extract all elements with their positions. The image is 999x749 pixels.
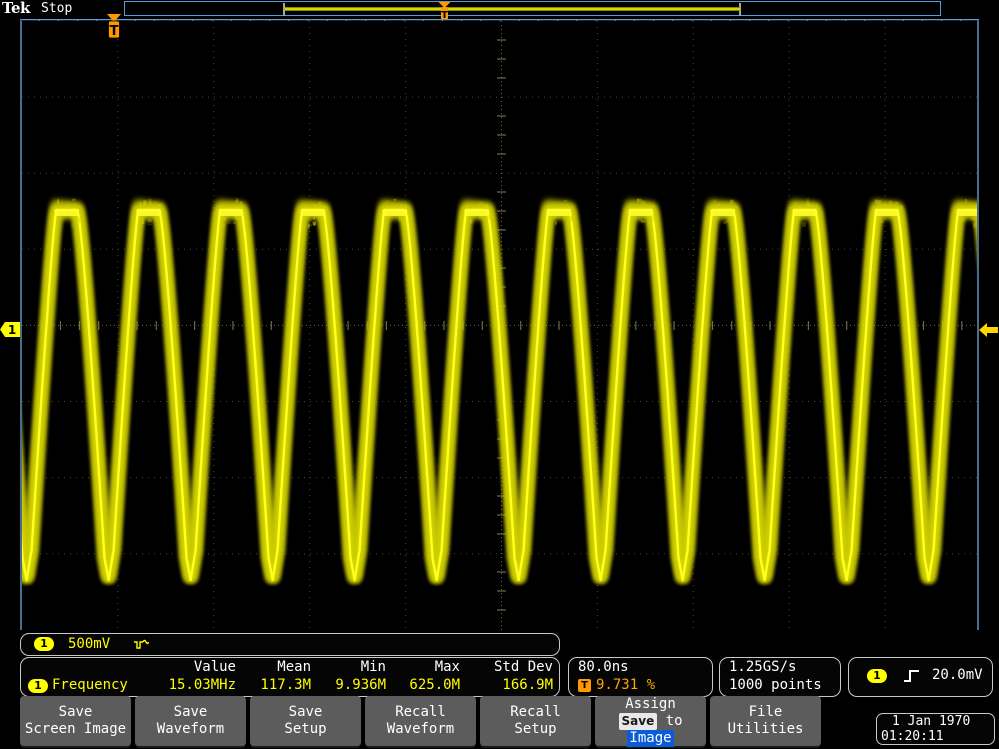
channel1-vertical-readout[interactable]: 1 500mV	[20, 633, 560, 656]
recall-waveform-button[interactable]: Recall Waveform	[365, 696, 476, 746]
recall-setup-line2: Setup	[514, 721, 556, 738]
measurement-col-stddev: Std Dev	[451, 659, 553, 675]
trigger-level-label: 20.0mV	[932, 667, 983, 683]
ac-coupling-icon	[133, 638, 149, 652]
recall-setup-button[interactable]: Recall Setup	[480, 696, 591, 746]
measurement-value: 15.03MHz	[141, 677, 236, 693]
waveform-graticule[interactable]	[20, 21, 979, 630]
graticule-grid-and-trace	[22, 21, 979, 630]
save-screen-image-line2: Screen Image	[25, 721, 126, 738]
waveform-overview-frame[interactable]: T	[124, 1, 941, 16]
file-utilities-button[interactable]: File Utilities	[710, 696, 821, 746]
acquisition-readout[interactable]: 1.25GS/s 1000 points	[719, 657, 841, 697]
top-status-bar: Tek Stop T	[0, 0, 999, 18]
bottom-menu-bar: Save Screen Image Save Waveform Save Set…	[0, 696, 999, 749]
assign-save-chip: Save	[619, 713, 658, 730]
assign-save-row: Save to	[619, 713, 683, 730]
measurement-col-max: Max	[384, 659, 460, 675]
assign-label: Assign	[625, 696, 676, 713]
save-waveform-line2: Waveform	[157, 721, 224, 738]
run-state-label: Stop	[41, 1, 72, 16]
file-utilities-line1: File	[749, 704, 783, 721]
save-setup-button[interactable]: Save Setup	[250, 696, 361, 746]
recall-setup-line1: Recall	[510, 704, 561, 721]
save-setup-line1: Save	[289, 704, 323, 721]
measurement-mean: 117.3M	[234, 677, 311, 693]
oscilloscope-screen: Tek Stop T 1 T 1 500mV 1 Frequency Value…	[0, 0, 999, 749]
tek-logo: Tek	[2, 0, 30, 17]
channel1-scale-label: 500mV	[68, 636, 110, 652]
channel1-ground-ref-marker[interactable]: 1	[0, 320, 20, 339]
save-waveform-button[interactable]: Save Waveform	[135, 696, 246, 746]
svg-text:1: 1	[8, 323, 16, 337]
trigger-readout[interactable]: 1 20.0mV	[848, 657, 993, 697]
save-setup-line2: Setup	[284, 721, 326, 738]
overview-waveform-band	[285, 7, 740, 11]
measurement-col-mean: Mean	[231, 659, 311, 675]
measurement-stddev: 166.9M	[451, 677, 553, 693]
rising-edge-icon	[903, 667, 921, 685]
overview-trigger-marker-icon[interactable]: T	[438, 2, 451, 20]
recall-waveform-line1: Recall	[395, 704, 446, 721]
assign-save-to-button[interactable]: Assign Save to Image	[595, 696, 706, 746]
channel1-badge: 1	[34, 637, 54, 651]
trigger-position-label: 9.731 %	[596, 677, 655, 693]
horizontal-readout[interactable]: 80.0ns T 9.731 %	[568, 657, 713, 697]
time-per-division-label: 80.0ns	[578, 659, 629, 675]
trigger-position-badge: T	[578, 679, 591, 692]
save-screen-image-button[interactable]: Save Screen Image	[20, 696, 131, 746]
file-utilities-line2: Utilities	[728, 721, 804, 738]
assign-to-word: to	[666, 713, 683, 729]
save-screen-image-line1: Save	[59, 704, 93, 721]
channel1-trace	[22, 198, 979, 580]
measurement-name: Frequency	[52, 677, 128, 693]
svg-text:T: T	[110, 24, 119, 39]
trigger-position-marker-icon[interactable]: T	[105, 14, 123, 40]
trigger-level-arrow-icon[interactable]	[979, 322, 999, 338]
measurement-col-min: Min	[311, 659, 386, 675]
recall-waveform-line2: Waveform	[387, 721, 454, 738]
sample-rate-label: 1.25GS/s	[729, 659, 796, 675]
measurement-table[interactable]: 1 Frequency Value Mean Min Max Std Dev 1…	[20, 657, 560, 697]
measurement-col-value: Value	[141, 659, 236, 675]
assign-target-image: Image	[627, 730, 673, 747]
measurement-max: 625.0M	[384, 677, 460, 693]
trigger-source-badge: 1	[867, 669, 887, 683]
measurement-channel-badge: 1	[28, 679, 48, 693]
record-length-label: 1000 points	[729, 677, 822, 693]
save-waveform-line1: Save	[174, 704, 208, 721]
measurement-min: 9.936M	[311, 677, 386, 693]
